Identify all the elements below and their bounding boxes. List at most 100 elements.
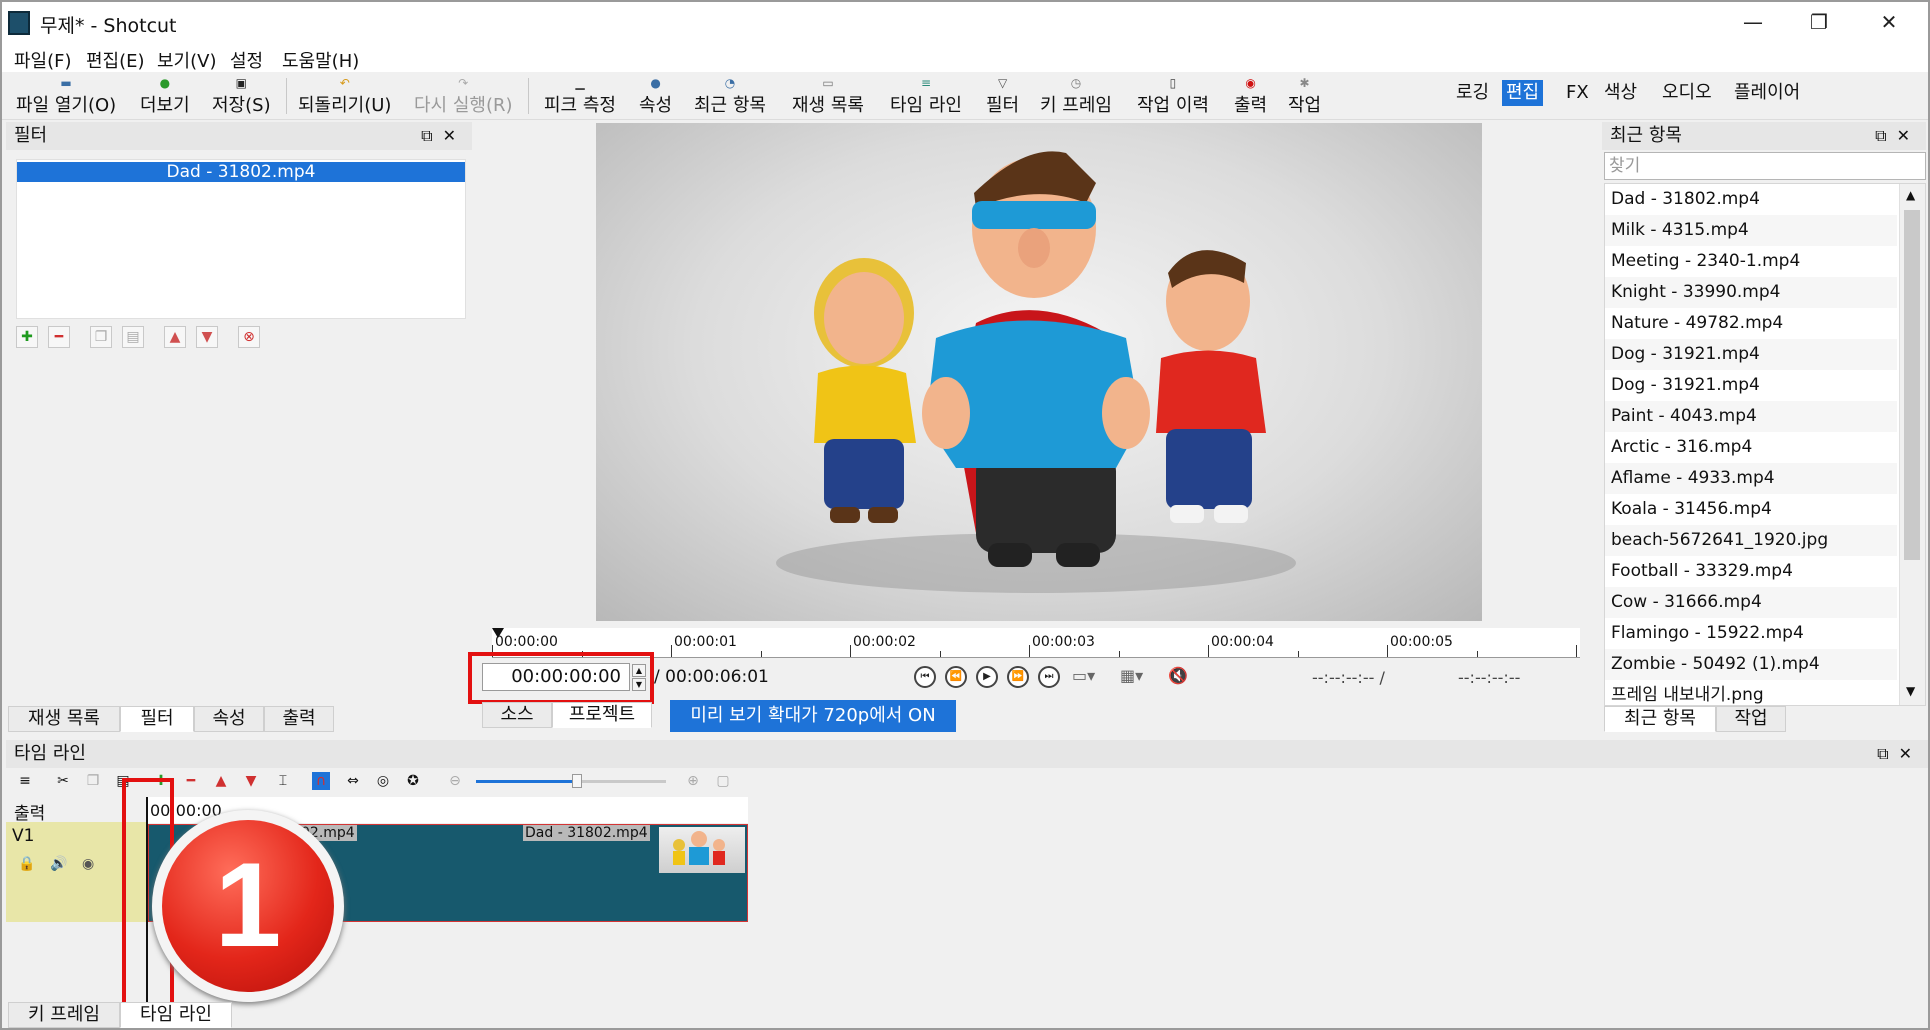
timecode-up-icon[interactable]: ▲ [632,664,646,677]
layout-player[interactable]: 플레이어 [1730,80,1804,106]
timeline-button[interactable]: ≡ 타임 라인 [890,74,962,118]
list-item[interactable]: Milk - 4315.mp4 [1605,215,1897,246]
zoom-slider-handle[interactable] [572,774,582,788]
list-item[interactable]: Zombie - 50492 (1).mp4 [1605,649,1897,680]
split-icon[interactable]: ⌶ [274,772,292,790]
panel-float-close-icons[interactable]: ⧉✕ [1877,740,1922,768]
menu-settings[interactable]: 설정 [230,47,263,73]
preview-zoom-notice[interactable]: 미리 보기 확대가 720p에서 ON [670,700,956,732]
paste-filter-icon[interactable]: ▤ [122,326,144,348]
list-item[interactable]: 프레임 내보내기.png [1605,680,1897,705]
open-file-button[interactable]: ▬ 파일 열기(O) [16,74,116,118]
toggle-zoom-icon[interactable]: ▭▾ [1072,666,1095,685]
list-item[interactable]: beach-5672641_1920.jpg [1605,525,1897,556]
panel-float-close-icons[interactable]: ⧉✕ [1875,122,1920,150]
tab-jobs[interactable]: 작업 [1716,706,1786,732]
move-down-icon[interactable]: ▼ [196,326,218,348]
timecode-down-icon[interactable]: ▼ [632,678,646,691]
mute-volume-icon[interactable]: 🔇 [1168,666,1188,685]
cut-icon[interactable]: ✂ [54,772,72,790]
list-item[interactable]: Koala - 31456.mp4 [1605,494,1897,525]
tab-properties[interactable]: 속성 [194,706,264,732]
recent-scrollbar[interactable]: ▲ ▼ [1899,184,1925,705]
properties-button[interactable]: ● 속성 [639,74,672,118]
recent-search-input[interactable]: 찾기 [1604,152,1926,180]
remove-filter-icon[interactable]: ━ [48,326,70,348]
playlist-button[interactable]: ▭ 재생 목록 [792,74,864,118]
move-up-icon[interactable]: ▲ [164,326,186,348]
list-item[interactable]: Knight - 33990.mp4 [1605,277,1897,308]
zoom-slider[interactable] [476,774,666,788]
tab-project[interactable]: 프로젝트 [552,702,652,728]
play-icon[interactable]: ▶ [976,666,998,688]
restore-button[interactable]: ❐ [1784,2,1854,44]
list-item[interactable]: Football - 33329.mp4 [1605,556,1897,587]
scroll-thumb[interactable] [1904,210,1920,560]
redo-button[interactable]: ↷ 다시 실행(R) [414,74,513,118]
menu-view[interactable]: 보기(V) [157,47,216,73]
zoom-in-icon[interactable]: ⊕ [684,772,702,790]
recent-button[interactable]: ◔ 최근 항목 [694,74,766,118]
ripple-icon[interactable]: ◎ [374,772,392,790]
undo-button[interactable]: ↶ 되돌리기(U) [298,74,391,118]
eye-icon[interactable]: ◉ [82,856,94,872]
history-button[interactable]: ▯ 작업 이력 [1137,74,1209,118]
save-button[interactable]: ▣ 저장(S) [212,74,271,118]
filter-selected-clip[interactable]: Dad - 31802.mp4 [17,162,465,182]
list-item[interactable]: Arctic - 316.mp4 [1605,432,1897,463]
list-item[interactable]: Cow - 31666.mp4 [1605,587,1897,618]
lock-icon[interactable]: 🔒 [18,856,35,872]
menu-help[interactable]: 도움말(H) [282,47,359,73]
jobs-button[interactable]: ✱ 작업 [1288,74,1321,118]
position-timecode-input[interactable]: 00:00:00:00 [482,663,630,691]
snap-magnet-icon[interactable]: ∩ [312,772,330,790]
list-item[interactable]: Flamingo - 15922.mp4 [1605,618,1897,649]
list-item[interactable]: Meeting - 2340-1.mp4 [1605,246,1897,277]
scroll-down-icon[interactable]: ▼ [1906,684,1915,698]
keyframes-button[interactable]: ◷ 키 프레임 [1040,74,1112,118]
tab-source[interactable]: 소스 [482,702,552,728]
layout-editing[interactable]: 편집 [1502,80,1544,106]
tab-filters[interactable]: 필터 [120,706,194,732]
lift-icon[interactable]: ▲ [212,772,230,790]
tab-recent[interactable]: 최근 항목 [1604,706,1716,732]
tab-keyframes[interactable]: 키 프레임 [8,1002,120,1028]
deselect-filter-icon[interactable]: ⊗ [238,326,260,348]
menu-file[interactable]: 파일(F) [14,47,72,73]
list-item[interactable]: Dog - 31921.mp4 [1605,339,1897,370]
add-filter-icon[interactable]: ✚ [16,326,38,348]
copy-filter-icon[interactable]: ❐ [90,326,112,348]
skip-to-end-icon[interactable]: ⏭ [1038,666,1060,688]
list-item[interactable]: Nature - 49782.mp4 [1605,308,1897,339]
close-window-button[interactable]: ✕ [1854,2,1924,44]
filter-list[interactable]: Dad - 31802.mp4 [16,159,466,319]
fast-forward-icon[interactable]: ⏩ [1007,666,1029,688]
layout-audio[interactable]: 오디오 [1658,80,1716,106]
list-item[interactable]: Aflame - 4933.mp4 [1605,463,1897,494]
scroll-up-icon[interactable]: ▲ [1906,188,1915,202]
layout-fx[interactable]: FX [1562,80,1593,106]
tab-timeline[interactable]: 타임 라인 [120,1002,232,1028]
menu-edit[interactable]: 편집(E) [86,47,145,73]
recent-list[interactable]: Dad - 31802.mp4 Milk - 4315.mp4 Meeting … [1604,183,1926,706]
video-preview[interactable] [596,123,1482,621]
minimize-button[interactable]: — [1718,2,1788,44]
export-button[interactable]: ◉ 출력 [1234,74,1267,118]
ripple-all-icon[interactable]: ✪ [404,772,422,790]
copy-icon[interactable]: ❐ [84,772,102,790]
panel-float-close-icons[interactable]: ⧉✕ [421,122,466,150]
scrub-icon[interactable]: ⇔ [344,772,362,790]
peak-meter-button[interactable]: ▁ 피크 측정 [544,74,616,118]
tab-playlist[interactable]: 재생 목록 [8,706,120,732]
zoom-fit-icon[interactable]: ▢ [714,772,732,790]
menu-icon[interactable]: ≡ [16,772,34,790]
skip-to-start-icon[interactable]: ⏮ [914,666,936,688]
list-item[interactable]: Paint - 4043.mp4 [1605,401,1897,432]
zoom-out-icon[interactable]: ⊖ [446,772,464,790]
mute-icon[interactable]: 🔊 [50,856,67,872]
grid-icon[interactable]: ▦▾ [1120,666,1143,685]
filters-button[interactable]: ▽ 필터 [986,74,1019,118]
player-time-ruler[interactable]: 00:00:00 00:00:01 00:00:02 00:00:03 00:0… [492,628,1580,658]
remove-icon[interactable]: ━ [182,772,200,790]
rewind-icon[interactable]: ⏪ [945,666,967,688]
